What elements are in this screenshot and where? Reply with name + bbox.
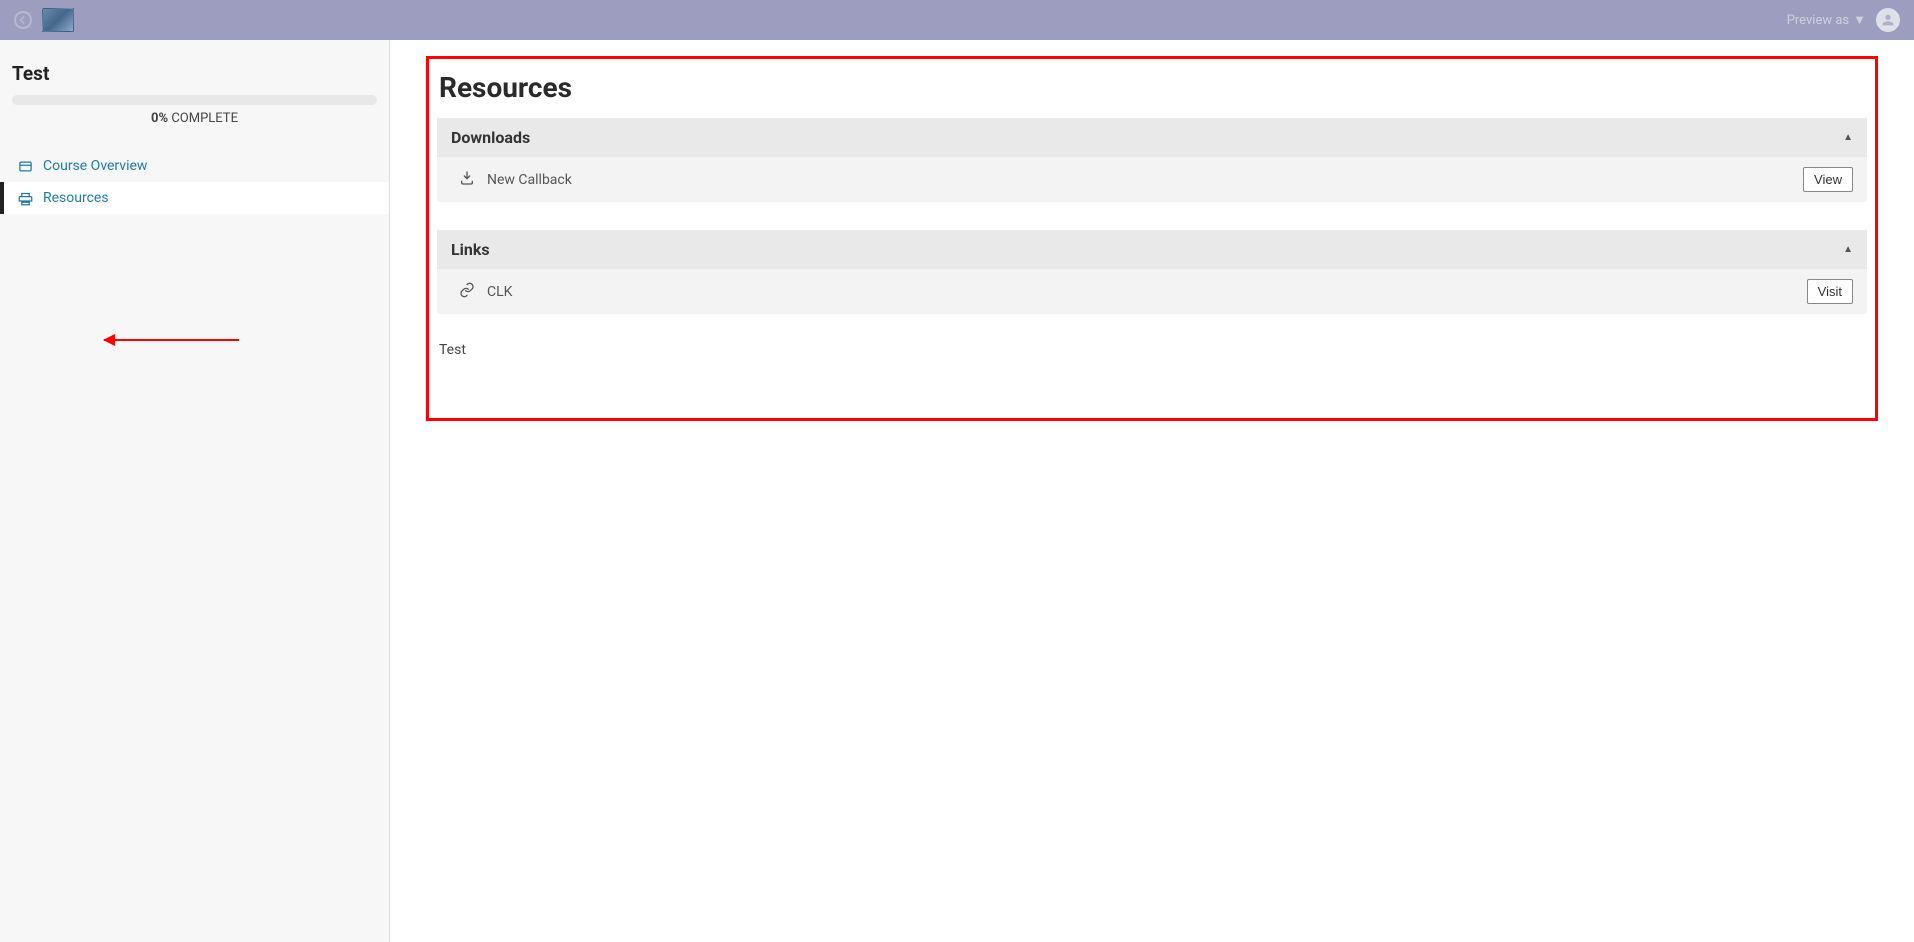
- arrow-annotation: [104, 339, 239, 341]
- header-left: [14, 8, 74, 32]
- progress-suffix: COMPLETE: [168, 111, 238, 126]
- section-title: Links: [451, 240, 490, 259]
- page-title: Resources: [439, 71, 1867, 104]
- sidebar-item-resources[interactable]: Resources: [0, 182, 389, 214]
- card-icon: [18, 159, 33, 174]
- visit-button[interactable]: Visit: [1807, 279, 1853, 304]
- link-row: CLK Visit: [437, 269, 1867, 314]
- links-section-header[interactable]: Links ▲: [437, 230, 1867, 269]
- sidebar-item-label: Course Overview: [43, 158, 147, 174]
- link-icon: [459, 282, 475, 302]
- sidebar: Test 0% COMPLETE Course Overview Resourc…: [0, 40, 390, 942]
- view-button[interactable]: View: [1803, 167, 1853, 192]
- caret-up-icon: ▲: [1843, 132, 1853, 143]
- download-row: New Callback View: [437, 157, 1867, 202]
- progress-bar: [12, 95, 377, 105]
- caret-up-icon: ▲: [1843, 244, 1853, 255]
- progress-percent: 0%: [151, 111, 168, 126]
- links-section: Links ▲ CLK Visit: [437, 230, 1867, 314]
- back-button[interactable]: [14, 11, 32, 29]
- print-icon: [18, 191, 33, 206]
- progress-text: 0% COMPLETE: [0, 111, 389, 126]
- main: Resources Downloads ▲ New Callback View: [390, 40, 1914, 942]
- section-title: Downloads: [451, 128, 530, 147]
- header-right: Preview as ▼: [1787, 8, 1900, 32]
- logo[interactable]: [42, 8, 74, 32]
- download-icon: [459, 170, 475, 190]
- top-header: Preview as ▼: [0, 0, 1914, 40]
- chevron-left-icon: [18, 15, 28, 25]
- downloads-section-header[interactable]: Downloads ▲: [437, 118, 1867, 157]
- caret-down-icon: ▼: [1853, 12, 1866, 28]
- layout: Test 0% COMPLETE Course Overview Resourc…: [0, 40, 1914, 942]
- link-row-left: CLK: [459, 282, 512, 302]
- link-item-label: CLK: [487, 284, 512, 300]
- download-row-left: New Callback: [459, 170, 572, 190]
- course-title: Test: [0, 62, 389, 95]
- download-item-label: New Callback: [487, 172, 572, 188]
- sidebar-item-label: Resources: [43, 190, 109, 206]
- downloads-section: Downloads ▲ New Callback View: [437, 118, 1867, 202]
- user-avatar[interactable]: [1876, 8, 1900, 32]
- person-icon: [1880, 12, 1896, 28]
- content-highlight-box: Resources Downloads ▲ New Callback View: [426, 56, 1878, 421]
- sidebar-item-course-overview[interactable]: Course Overview: [0, 150, 389, 182]
- text-block: Test: [439, 342, 1867, 358]
- preview-as-label: Preview as: [1787, 13, 1849, 28]
- preview-as-dropdown[interactable]: Preview as ▼: [1787, 12, 1866, 28]
